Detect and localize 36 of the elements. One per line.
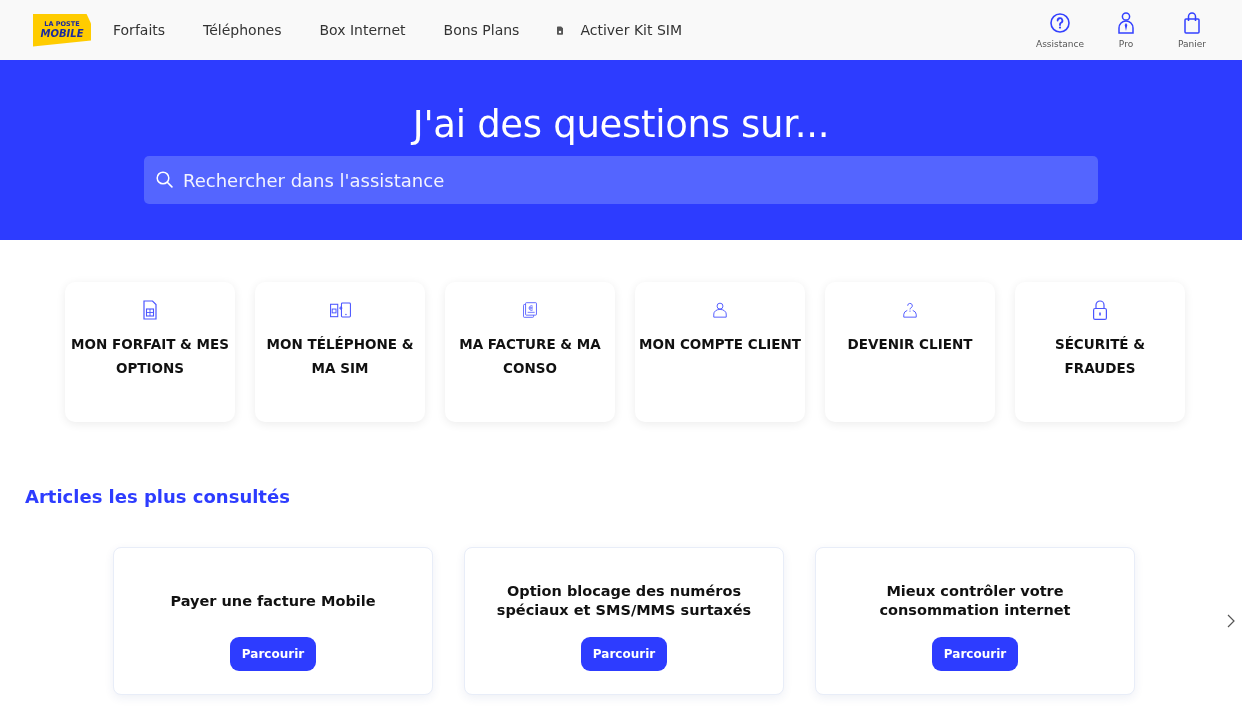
search-field[interactable]: Rechercher dans l'assistance	[144, 156, 1098, 204]
hero-title: J'ai des questions sur...	[412, 102, 830, 148]
nav-link[interactable]: Forfaits	[107, 18, 172, 42]
nav-link[interactable]: Activer Kit SIM	[551, 18, 689, 42]
padlock-icon	[1093, 300, 1107, 320]
person-with-tie-icon	[1116, 11, 1136, 34]
chevron-right-icon[interactable]	[1227, 614, 1235, 628]
section-heading: Articles les plus consultés	[25, 485, 290, 509]
category-link[interactable]: MA FACTURE & MA CONSO	[447, 332, 613, 380]
shopping-bag-icon	[1182, 11, 1202, 34]
category-link[interactable]: MON FORFAIT & MES OPTIONS	[67, 332, 233, 380]
category-link[interactable]: MON TÉLÉPHONE & MA SIM	[257, 332, 423, 380]
browse-button[interactable]: Parcourir	[580, 637, 668, 671]
search-icon	[156, 171, 173, 188]
person-question-icon	[903, 300, 917, 320]
logo-text: MOBILE	[40, 28, 84, 39]
article-title: Option blocage des numéros spéciaux et SMS/MMS surtaxés	[495, 582, 753, 620]
sim-and-phone-icon	[329, 302, 351, 318]
nav-link[interactable]: Bons Plans	[437, 18, 526, 42]
person-icon	[713, 300, 727, 320]
header-link[interactable]: Pro	[1098, 11, 1154, 49]
sim-card-icon	[557, 25, 564, 35]
category-link[interactable]: SÉCURITÉ & FRAUDES	[1017, 332, 1183, 380]
invoice-icon	[523, 300, 537, 320]
sim-card-icon	[143, 300, 157, 320]
nav-link[interactable]: Téléphones	[197, 18, 288, 42]
article-title: Payer une facture Mobile	[169, 591, 377, 611]
nav-link[interactable]: Box Internet	[313, 18, 412, 42]
category-link[interactable]: DEVENIR CLIENT	[847, 332, 973, 356]
browse-button[interactable]: Parcourir	[931, 637, 1019, 671]
category-link[interactable]: MON COMPTE CLIENT	[639, 332, 801, 356]
header-link[interactable]: Assistance	[1032, 11, 1088, 49]
header-link[interactable]: Panier	[1164, 11, 1220, 49]
help-icon	[1050, 11, 1070, 34]
article-title: Mieux contrôler votre consommation internet	[878, 582, 1072, 620]
browse-button[interactable]: Parcourir	[229, 637, 317, 671]
